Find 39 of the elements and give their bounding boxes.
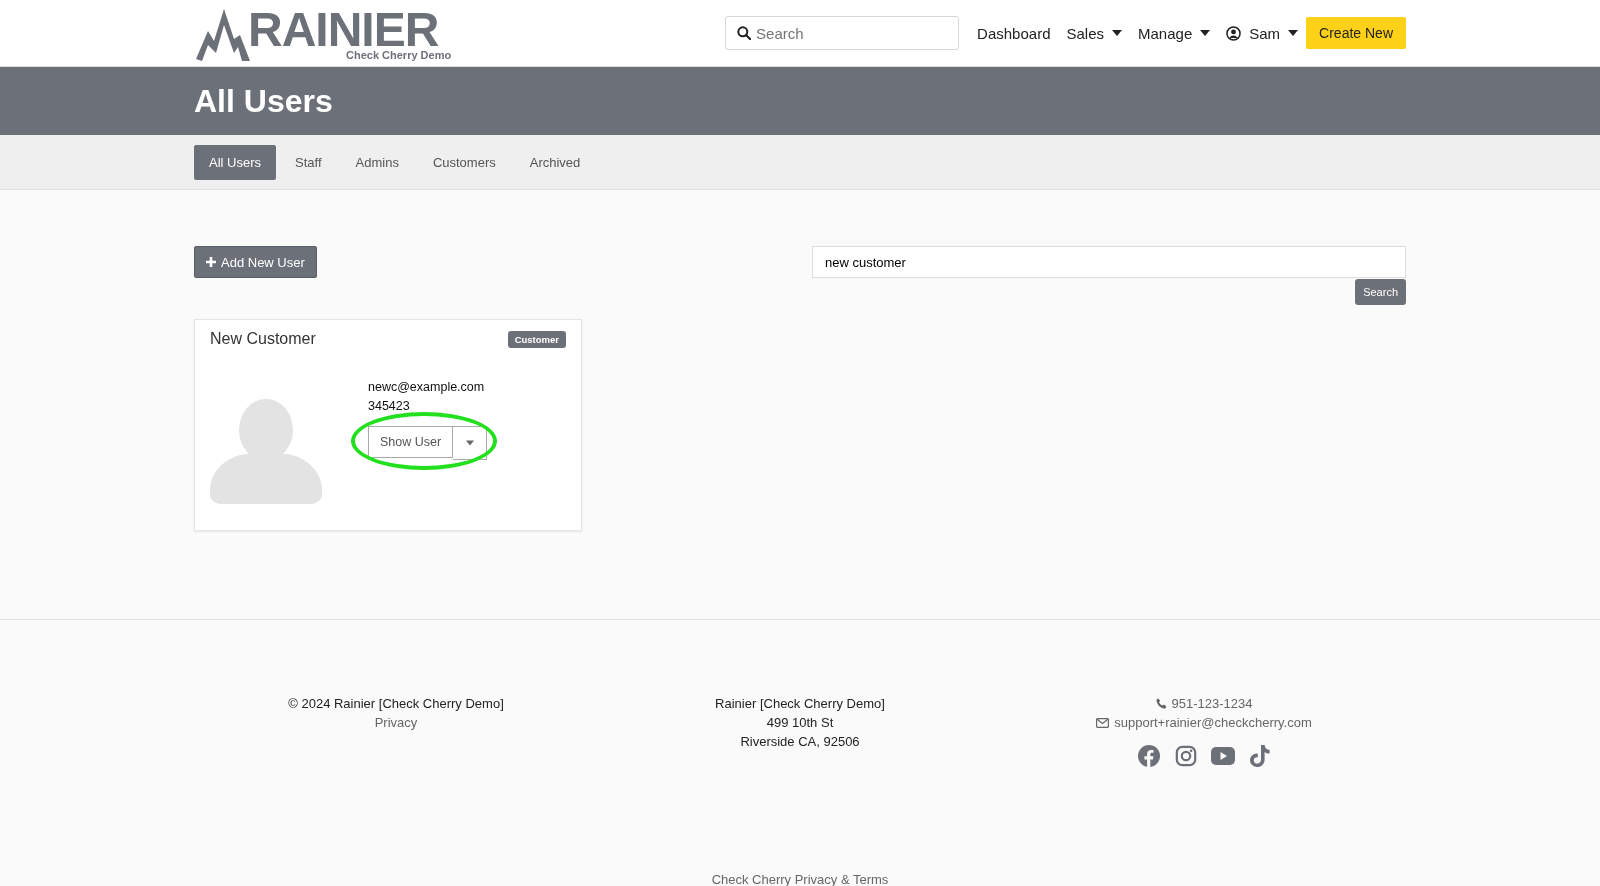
user-icon xyxy=(1226,25,1242,41)
user-name: New Customer xyxy=(210,330,316,348)
dropdown-toggle[interactable] xyxy=(453,426,488,460)
address-line: 499 10th St xyxy=(766,715,834,730)
role-badge: Customer xyxy=(507,330,566,348)
caret-icon xyxy=(465,440,474,446)
avatar-silhouette-icon xyxy=(210,398,322,504)
create-new-button[interactable]: Create New xyxy=(1306,17,1406,49)
user-search-field[interactable]: new customer xyxy=(812,246,1406,278)
add-user-button[interactable]: Add New User xyxy=(194,246,317,278)
nav-menu-item[interactable]: Sam xyxy=(1226,24,1299,42)
facebook-icon[interactable] xyxy=(1137,744,1161,768)
nav-menu-item[interactable]: Manage xyxy=(1138,24,1211,42)
privacy-link[interactable]: Privacy xyxy=(374,715,418,730)
tab[interactable]: All Users xyxy=(194,144,276,180)
user-email: newc@example.com xyxy=(368,380,486,394)
search-field[interactable]: Search xyxy=(725,16,960,50)
nav-menu-item[interactable]: Dashboard xyxy=(977,24,1051,42)
privacy-terms-link[interactable]: Check Cherry Privacy & Terms xyxy=(711,872,889,886)
page-title: All Users xyxy=(194,82,333,120)
phone-icon xyxy=(1155,698,1167,709)
tab[interactable]: Customers xyxy=(417,144,511,180)
envelope-icon xyxy=(1096,717,1110,728)
copyright-text: © 2024 Rainier [Check Cherry Demo] xyxy=(288,696,504,711)
youtube-icon[interactable] xyxy=(1211,747,1235,765)
instagram-icon[interactable] xyxy=(1175,745,1197,767)
plus-icon xyxy=(206,257,216,267)
tiktok-icon[interactable] xyxy=(1249,744,1271,768)
user-phone: 345423 xyxy=(368,399,411,413)
address-line: Riverside CA, 92506 xyxy=(740,734,860,749)
address-line: Rainier [Check Cherry Demo] xyxy=(715,696,885,711)
tab[interactable]: Admins xyxy=(340,144,414,180)
tab[interactable]: Staff xyxy=(280,144,337,180)
nav-menu-item[interactable]: Sales xyxy=(1066,24,1122,42)
tab[interactable]: Archived xyxy=(514,144,596,180)
phone-number: 951-123-1234 xyxy=(1171,696,1253,711)
show-user-button[interactable]: Show User xyxy=(368,426,454,458)
search-button[interactable]: Search xyxy=(1355,279,1406,305)
email-link[interactable]: support+rainier@checkcherry.com xyxy=(1114,715,1312,730)
